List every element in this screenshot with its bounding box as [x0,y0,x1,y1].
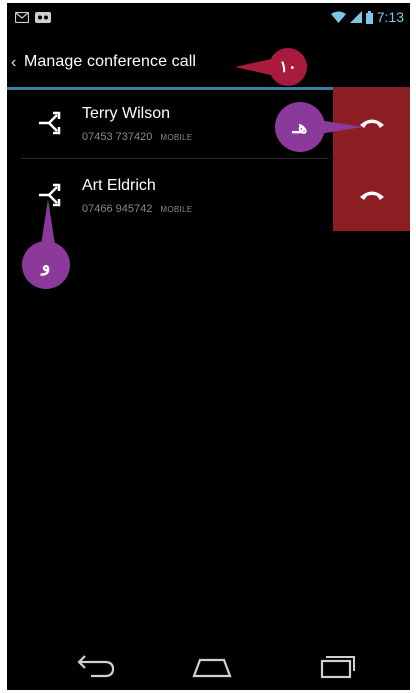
back-nav-icon[interactable] [71,652,119,680]
wifi-icon [330,11,346,23]
voicemail-icon [35,12,51,23]
battery-icon [365,10,373,24]
status-time: 7:13 [376,9,404,25]
callout-label: ١٠ [269,48,307,86]
recents-nav-icon[interactable] [312,652,360,680]
split-call-icon[interactable] [37,109,65,137]
navigation-bar [7,642,410,690]
chevron-left-icon[interactable]: ‹ [11,54,16,72]
message-icon [15,12,29,23]
end-call-callout: هـ [275,102,365,152]
caller-name: Art Eldrich [82,177,156,194]
end-call-button[interactable] [333,159,410,231]
action-bar: ‹ Manage conference call [7,39,410,87]
number-type: MOBILE [160,133,193,142]
caller-number: 07453 737420 [82,131,153,143]
callout-label: هـ [275,102,325,152]
split-callout: و [22,199,70,289]
callout-label: و [22,241,70,289]
phone-screen: 7:13 ‹ Manage conference call Terry Wils… [7,3,410,690]
signal-icon [349,11,362,23]
title-callout: ١٠ [235,48,317,86]
home-nav-icon[interactable] [188,652,236,680]
caller-number: 07466 945742 [82,203,153,215]
status-bar: 7:13 [7,3,410,31]
page-title[interactable]: Manage conference call [24,53,196,71]
end-call-icon [360,191,384,200]
caller-name: Terry Wilson [82,105,171,122]
number-type: MOBILE [160,205,193,214]
